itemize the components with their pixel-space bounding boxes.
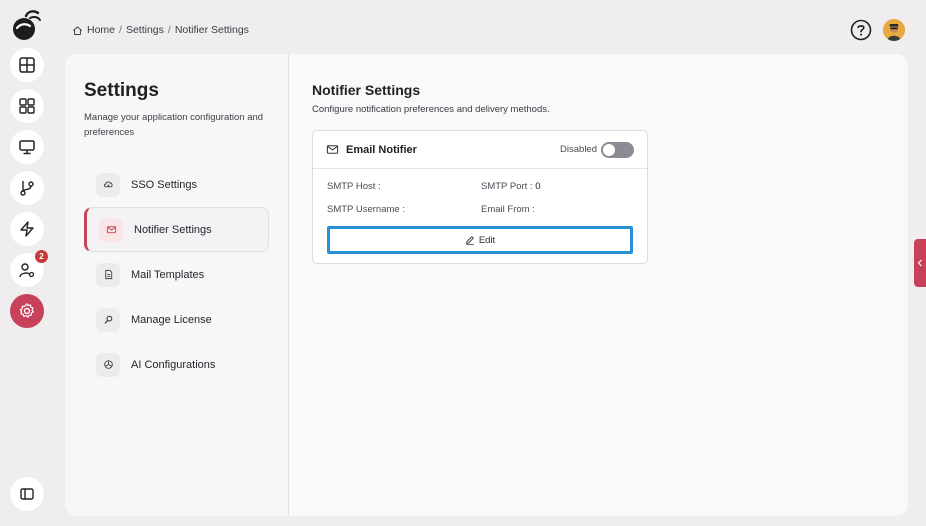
dashboard-icon [19, 98, 35, 114]
cloud-lock-icon [96, 172, 120, 197]
breadcrumb-separator: / [167, 24, 171, 36]
notification-badge: 2 [35, 250, 48, 263]
email-notifier-toggle[interactable] [601, 141, 634, 158]
smtp-host-label: SMTP Host : [327, 181, 381, 192]
rail-users-button[interactable]: 2 [10, 250, 48, 287]
section-title: Notifier Settings [312, 82, 421, 98]
notifier-settings-content: Notifier Settings Configure notification… [289, 54, 908, 516]
breadcrumb-settings[interactable]: Settings [126, 24, 164, 36]
mail-icon [99, 217, 123, 242]
rail-dashboard-button[interactable] [10, 89, 44, 123]
rail-monitor-button[interactable] [10, 130, 44, 164]
key-icon [96, 307, 120, 332]
email-notifier-card: Email Notifier Disabled SMTP Host : SMTP… [312, 130, 648, 264]
email-notifier-title: Email Notifier [346, 143, 417, 156]
sidebar-item-ai-configurations[interactable]: AI Configurations [84, 342, 269, 387]
pencil-icon [465, 236, 474, 245]
breadcrumb-home[interactable]: Home [87, 24, 115, 36]
rail-layout-button[interactable] [10, 48, 44, 82]
layout-grid-icon [19, 57, 35, 73]
smtp-port-label: SMTP Port : [481, 181, 533, 192]
sidebar-item-label: SSO Settings [131, 178, 198, 191]
edit-button-label: Edit [478, 234, 496, 246]
smtp-fields: SMTP Host : SMTP Port : 0 SMTP Username … [313, 169, 647, 215]
sidebar-item-manage-license[interactable]: Manage License [84, 297, 269, 342]
smtp-port-field: SMTP Port : 0 [481, 181, 631, 192]
toggle-knob [603, 143, 615, 156]
rail-git-button[interactable] [10, 171, 44, 205]
help-button[interactable] [850, 19, 872, 41]
email-notifier-header: Email Notifier Disabled [313, 131, 647, 169]
rail-sidebar-toggle-button[interactable] [10, 477, 44, 511]
settings-sidebar: Settings Manage your application configu… [65, 54, 289, 516]
collapse-panel-tab[interactable] [914, 239, 926, 287]
monitor-icon [19, 140, 35, 155]
breadcrumb-current: Notifier Settings [174, 24, 249, 36]
edit-button[interactable]: Edit [327, 226, 633, 254]
left-rail: 2 [0, 0, 52, 526]
user-settings-icon [19, 263, 35, 278]
sidebar-toggle-icon [20, 488, 34, 500]
sidebar-item-sso-settings[interactable]: SSO Settings [84, 162, 269, 207]
gear-icon [19, 303, 34, 318]
section-subtitle: Configure notification preferences and d… [312, 104, 550, 115]
settings-panel: Settings Manage your application configu… [65, 54, 908, 516]
sidebar-item-label: Mail Templates [131, 268, 205, 281]
help-icon [850, 19, 872, 41]
lightning-icon [20, 221, 34, 237]
breadcrumb-separator: / [119, 24, 122, 36]
smtp-username-label: SMTP Username : [327, 204, 405, 215]
sidebar-item-label: Manage License [131, 313, 212, 326]
sidebar-item-notifier-settings[interactable]: Notifier Settings [84, 207, 269, 252]
sidebar-item-mail-templates[interactable]: Mail Templates [84, 252, 269, 297]
mail-icon [326, 145, 339, 154]
smtp-port-value: 0 [535, 181, 541, 192]
git-branch-icon [20, 181, 34, 196]
home-icon[interactable] [72, 25, 83, 36]
user-avatar-icon [883, 19, 905, 41]
chevron-left-icon [917, 259, 922, 267]
ai-icon [96, 352, 120, 377]
sidebar-item-label: Notifier Settings [134, 223, 212, 236]
rail-settings-button[interactable] [10, 294, 44, 328]
avatar[interactable] [883, 19, 905, 41]
page-title: Settings [84, 80, 159, 101]
sidebar-item-label: AI Configurations [131, 358, 216, 371]
email-from-label: Email From : [481, 204, 535, 215]
status-label: Disabled [560, 144, 597, 155]
file-icon [96, 262, 120, 287]
breadcrumb: Home / Settings / Notifier Settings [72, 24, 249, 36]
page-description: Manage your application configuration an… [84, 112, 264, 138]
rail-automation-button[interactable] [10, 212, 44, 246]
app-logo-icon[interactable] [10, 8, 42, 42]
